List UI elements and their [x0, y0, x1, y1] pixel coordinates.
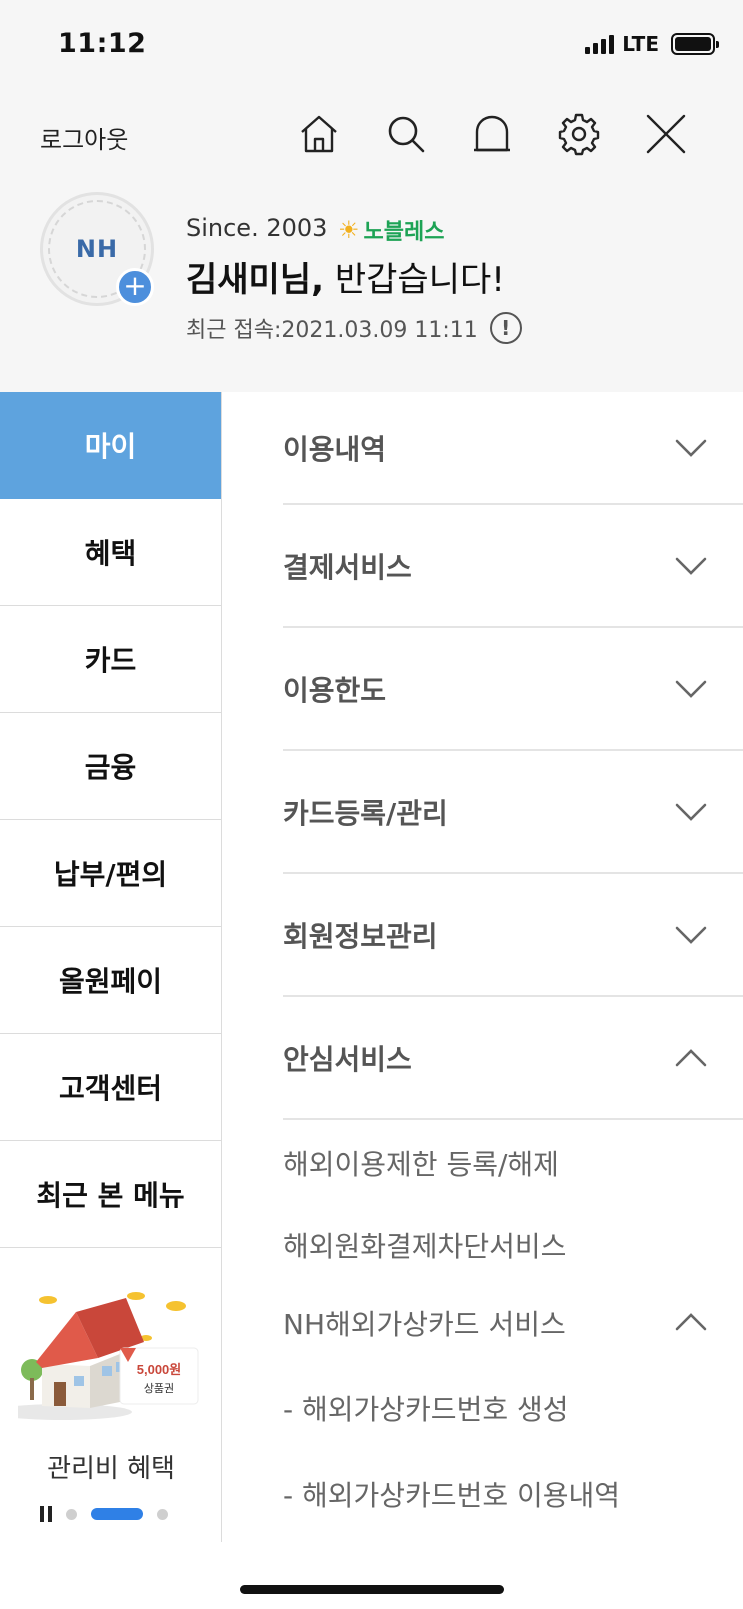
- home-icon[interactable]: [295, 110, 343, 158]
- close-icon[interactable]: [642, 110, 690, 158]
- menu-section-label: 카드등록/관리: [283, 796, 448, 830]
- submenu-dcc-block[interactable]: 해외원화결제차단서비스: [283, 1206, 743, 1284]
- logout-button[interactable]: 로그아웃: [40, 120, 128, 155]
- gear-icon[interactable]: [555, 110, 603, 158]
- pager-dot[interactable]: [66, 1508, 77, 1520]
- menu-section-member-info[interactable]: 회원정보관리: [283, 874, 743, 997]
- menu-section-usage-limit[interactable]: 이용한도: [283, 628, 743, 751]
- submenu-label: 해외이용제한 등록/해제: [283, 1148, 559, 1181]
- voucher-label: 상품권: [144, 1382, 174, 1395]
- submenu-overseas-restriction[interactable]: 해외이용제한 등록/해제: [283, 1120, 743, 1206]
- status-bar: 11:12 LTE: [0, 0, 743, 92]
- submenu-virtual-card-service[interactable]: NH해외가상카드 서비스: [283, 1284, 743, 1362]
- last-login: 최근 접속:2021.03.09 11:11 !: [186, 312, 522, 344]
- menu-section-label: 이용내역: [283, 432, 387, 466]
- sidebar-item-customer-center[interactable]: 고객센터: [0, 1034, 221, 1141]
- greeting-name: 김새미님,: [186, 260, 325, 300]
- sidebar-item-allonepay[interactable]: 올원페이: [0, 927, 221, 1034]
- submenu-label: 해외원화결제차단서비스: [283, 1230, 567, 1263]
- chevron-up-icon: [673, 1047, 709, 1069]
- pause-icon[interactable]: [40, 1506, 52, 1522]
- greeting: 김새미님, 반갑습니다!: [186, 252, 505, 301]
- grade-label: 노블레스: [363, 220, 445, 245]
- chevron-down-icon: [673, 924, 709, 946]
- last-login-text: 최근 접속:2021.03.09 11:11: [186, 318, 478, 343]
- submenu-label: - 해외가상카드번호 생성: [283, 1393, 569, 1426]
- banner-pager: [40, 1506, 168, 1522]
- sun-icon: ☀: [338, 216, 360, 244]
- chevron-up-icon: [673, 1307, 709, 1331]
- menu-section-label: 안심서비스: [283, 1042, 412, 1076]
- pager-dot-active[interactable]: [91, 1508, 143, 1520]
- menu-section-label: 이용한도: [283, 673, 387, 707]
- sidebar-item-payment[interactable]: 납부/편의: [0, 820, 221, 927]
- greeting-text: 반갑습니다!: [324, 260, 505, 300]
- sidebar-item-card[interactable]: 카드: [0, 606, 221, 713]
- member-grade: ☀ 노블레스: [338, 214, 444, 246]
- status-time: 11:12: [58, 28, 147, 59]
- menu-section-usage-history[interactable]: 이용내역: [283, 392, 743, 505]
- pager-dot[interactable]: [157, 1508, 168, 1520]
- submenu-virtual-card-history[interactable]: - 해외가상카드번호 이용내역: [283, 1454, 743, 1534]
- submenu-virtual-card-create[interactable]: - 해외가상카드번호 생성: [283, 1362, 743, 1454]
- promo-banner[interactable]: 5,000원 상품권 관리비 혜택: [0, 1248, 222, 1542]
- network-label: LTE: [622, 32, 659, 56]
- status-indicators: LTE: [585, 32, 719, 56]
- sidebar-item-finance[interactable]: 금융: [0, 713, 221, 820]
- house-voucher-illustration: 5,000원 상품권: [18, 1292, 199, 1420]
- safe-service-submenu: 해외이용제한 등록/해제 해외원화결제차단서비스 NH해외가상카드 서비스 - …: [283, 1120, 743, 1534]
- sidebar-item-benefits[interactable]: 혜택: [0, 499, 221, 606]
- chevron-down-icon: [673, 801, 709, 823]
- info-icon[interactable]: !: [489, 312, 522, 344]
- chevron-down-icon: [673, 437, 709, 459]
- menu-section-label: 회원정보관리: [283, 919, 438, 953]
- search-icon[interactable]: [382, 110, 430, 158]
- home-indicator[interactable]: [240, 1585, 504, 1594]
- add-photo-button[interactable]: +: [116, 268, 154, 306]
- menu-section-safe-service[interactable]: 안심서비스: [283, 997, 743, 1120]
- menu-section-payment-service[interactable]: 결제서비스: [283, 505, 743, 628]
- sidebar-item-my[interactable]: 마이: [0, 392, 221, 499]
- avatar-text: NH: [75, 235, 119, 263]
- menu-section-card-management[interactable]: 카드등록/관리: [283, 751, 743, 874]
- submenu-label: - 해외가상카드번호 이용내역: [283, 1479, 621, 1512]
- sidebar: 마이 혜택 카드 금융 납부/편의 올원페이 고객센터 최근 본 메뉴 5,00…: [0, 392, 222, 1542]
- chevron-down-icon: [673, 555, 709, 577]
- submenu-label: NH해외가상카드 서비스: [283, 1308, 566, 1341]
- banner-caption: 관리비 혜택: [47, 1454, 175, 1484]
- bell-icon[interactable]: [468, 110, 516, 158]
- menu-accordion: 이용내역 결제서비스 이용한도 카드등록/관리 회원정보관리 안심서비스 해외이…: [283, 392, 743, 1534]
- battery-icon: [671, 33, 719, 55]
- sidebar-item-recent-menu[interactable]: 최근 본 메뉴: [0, 1141, 221, 1248]
- signal-icon: [585, 34, 615, 54]
- voucher-amount: 5,000원: [137, 1362, 182, 1377]
- chevron-down-icon: [673, 678, 709, 700]
- member-since: Since. 2003: [186, 214, 328, 242]
- menu-section-label: 결제서비스: [283, 550, 412, 584]
